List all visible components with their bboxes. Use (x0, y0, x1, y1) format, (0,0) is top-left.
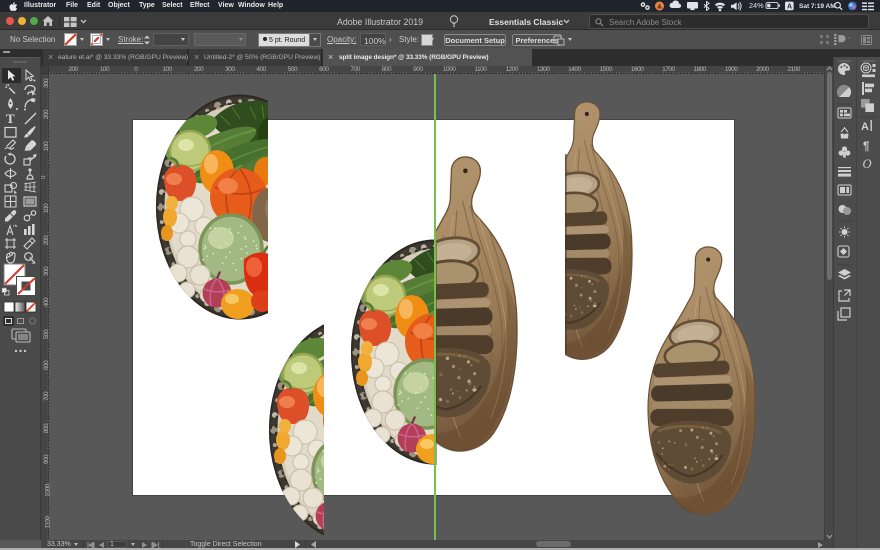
svg-text:Sat 7:19 AM: Sat 7:19 AM (799, 3, 836, 10)
svg-text:A: A (787, 3, 792, 10)
svg-text:A: A (861, 121, 869, 133)
svg-text:24%: 24% (749, 1, 764, 10)
svg-text:O: O (863, 157, 872, 171)
svg-text:T: T (6, 111, 15, 126)
svg-text:¶: ¶ (863, 141, 870, 153)
